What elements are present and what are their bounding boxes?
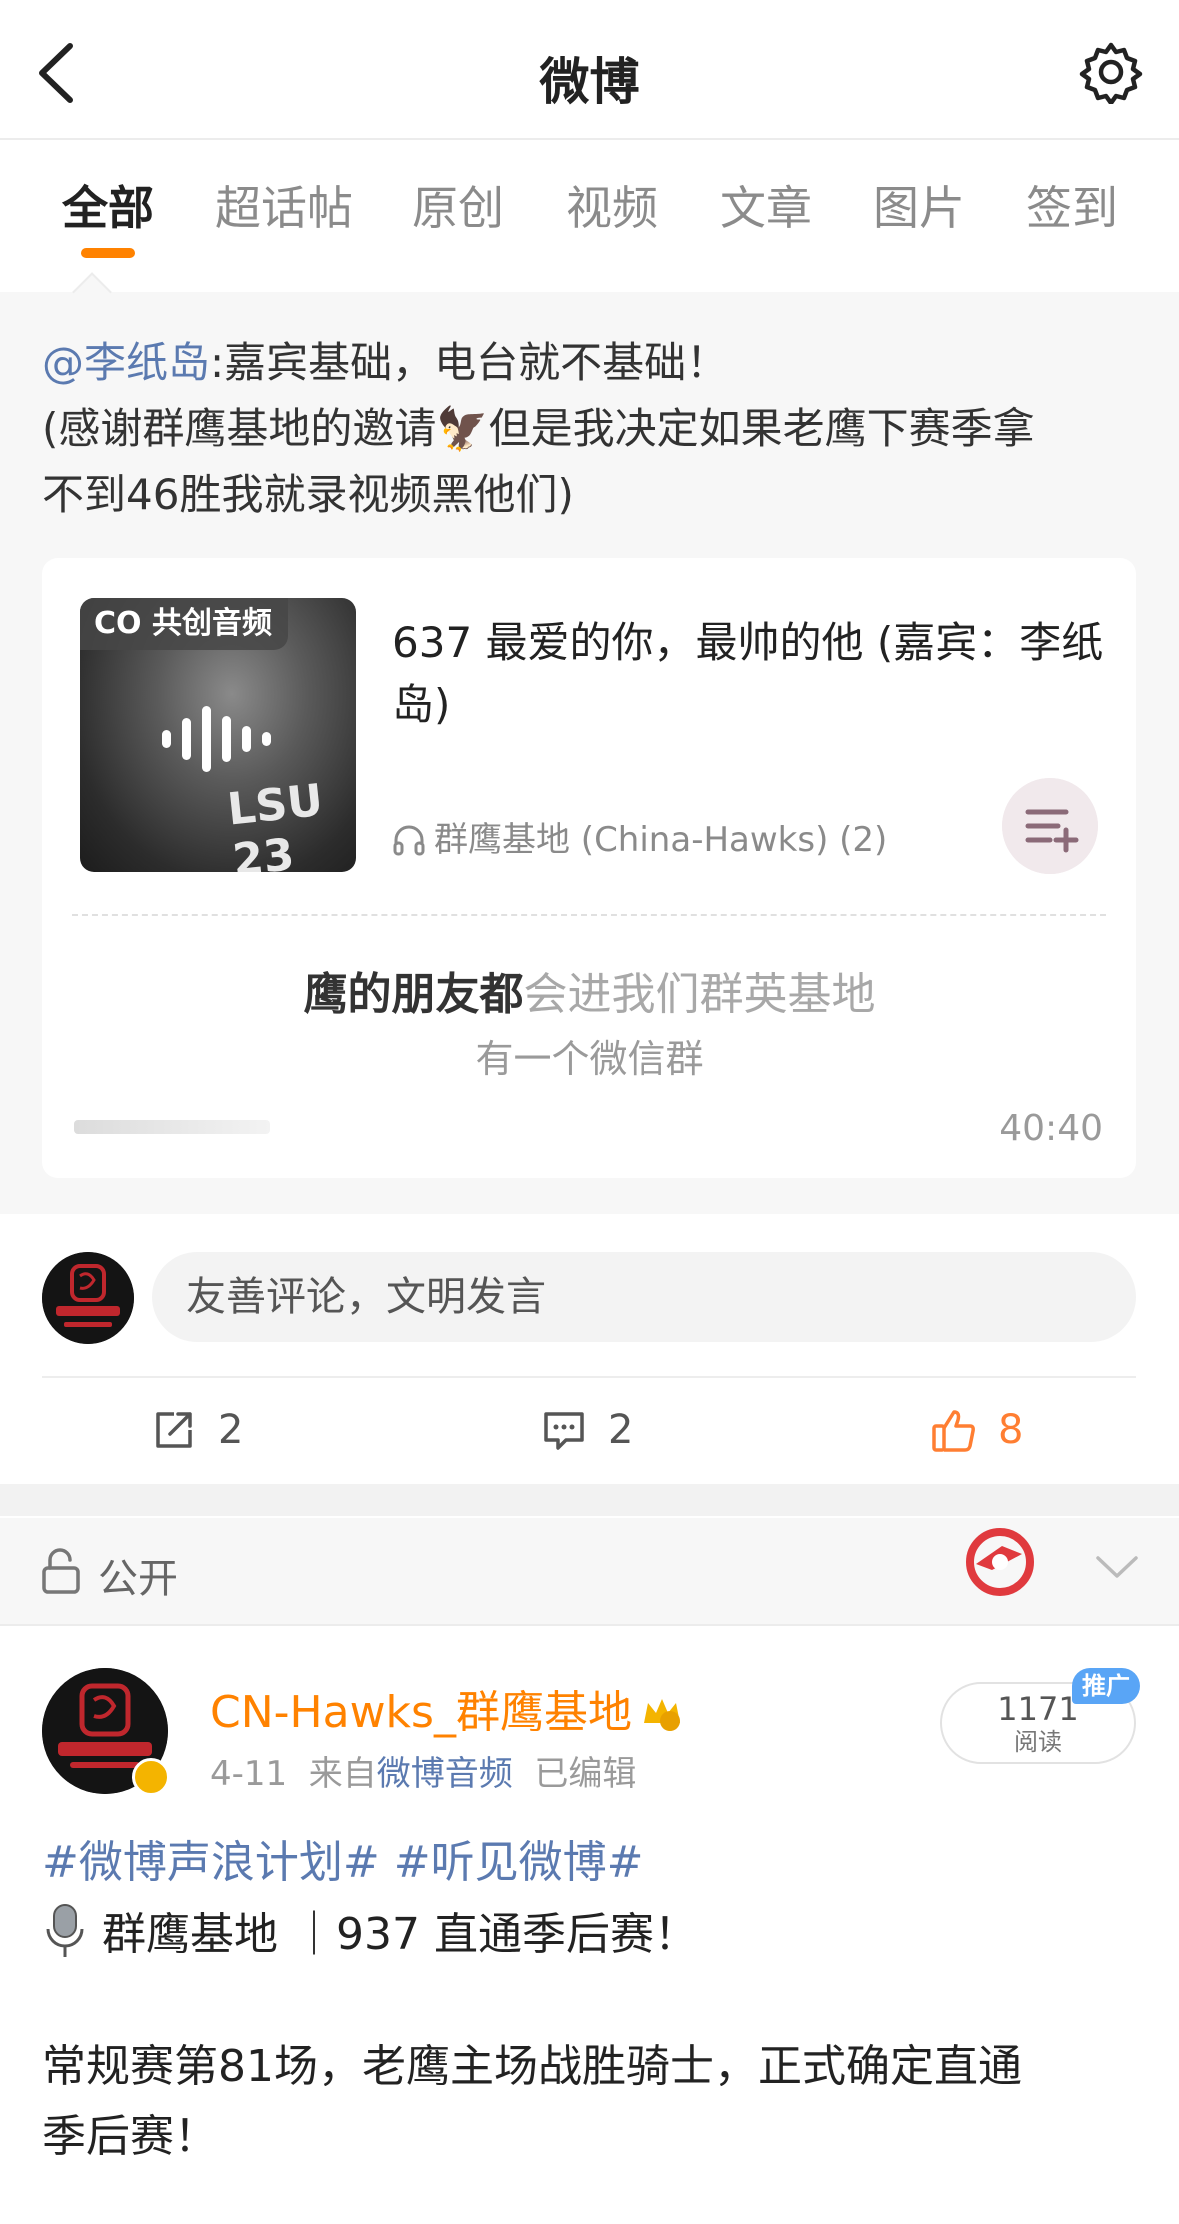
lyric-current-line: 鹰的朋友都会进我们群英基地 [0,958,1179,1022]
audio-source-text: 群鹰基地 (China-Hawks) (2) [434,820,888,860]
repost-line1: :嘉宾基础，电台就不基础！ [210,338,729,387]
headphones-icon [393,825,425,856]
thumbs-up-icon [932,1410,975,1452]
my-avatar[interactable] [42,1252,134,1344]
repost-text: @李纸岛:嘉宾基础，电台就不基础！ (感谢群鹰基地的邀请🦅但是我决定如果老鹰下赛… [42,330,1152,528]
repost-button[interactable]: 2 [150,1400,243,1460]
post-first-line-text: 群鹰基地 ｜937 直通季后赛！ [102,1909,698,1960]
share-icon [156,1412,192,1448]
post-body-line1: 常规赛第81场，老鹰主场战胜骑士，正式确定直通 [42,2041,1022,2092]
repost-line2: (感谢群鹰基地的邀请🦅但是我决定如果老鹰下赛季拿 [42,404,1035,453]
gear-icon[interactable] [1079,40,1143,104]
hawks-base-logo-icon [42,1252,134,1344]
post-date: 4-11 [210,1754,288,1794]
audio-duration: 40:40 [999,1108,1103,1149]
active-tab-indicator [81,248,135,258]
user-mention-link[interactable]: @李纸岛 [42,338,210,387]
cover-jersey-text: LSU 23 [225,774,326,872]
crown-icon [643,1699,680,1731]
lyric-upcoming: 会进我们群英基地 [523,969,876,1020]
post-source-link[interactable]: 微博音频 [377,1754,513,1794]
promote-badge[interactable]: 推广 [1072,1668,1140,1704]
hawks-logo-icon [966,1528,1034,1596]
tab-all[interactable]: 全部 [62,172,154,238]
page-title: 微博 [539,53,640,111]
like-count: 8 [998,1407,1024,1453]
tab-supertopic[interactable]: 超话帖 [215,172,353,238]
author-name-line[interactable]: CN-Hawks_群鹰基地 [210,1676,684,1740]
post-body: 常规赛第81场，老鹰主场战胜骑士，正式确定直通 季后赛！ [42,2032,1142,2172]
comment-button[interactable]: 2 [540,1400,633,1460]
audio-title[interactable]: 637 最爱的你，最帅的他 (嘉宾：李纸岛) [392,612,1112,736]
comment-count: 2 [608,1407,634,1453]
section-separator [0,1484,1179,1516]
author-name[interactable]: CN-Hawks_群鹰基地 [210,1687,632,1738]
comment-input[interactable]: 友善评论，文明发言 [152,1252,1136,1342]
card-divider [72,914,1106,916]
from-label: 来自 [308,1754,377,1794]
top-bar: 微博 [0,0,1179,140]
lyric-sung: 鹰的朋友都 [303,969,524,1020]
post-first-line: 群鹰基地 ｜937 直通季后赛！ [42,1898,698,1962]
filter-tabs: 全部 超话帖 原创 视频 文章 图片 签到 [0,142,1179,290]
audio-wave-icon [162,706,271,772]
repost-count: 2 [218,1407,244,1453]
tab-video[interactable]: 视频 [566,172,658,238]
verified-badge-icon [132,1758,170,1796]
tab-checkin[interactable]: 签到 [1026,172,1118,238]
add-to-playlist-icon[interactable] [1002,778,1098,874]
repost-line3: 不到46胜我就录视频黑他们) [42,470,574,519]
visibility-label[interactable]: 公开 [98,1546,178,1604]
lyric-next-line: 有一个微信群 [475,1037,704,1081]
comment-icon [544,1412,584,1450]
unlocked-icon [42,1548,80,1594]
audio-progress-bar[interactable] [74,1120,270,1134]
edited-label[interactable]: 已编辑 [534,1754,636,1794]
read-label: 阅读 [1014,1728,1062,1756]
chevron-down-icon[interactable] [1094,1552,1140,1582]
post-body-line2: 季后赛！ [42,2111,218,2162]
co-create-audio-badge: CO 共创音频 [80,598,288,650]
tab-images[interactable]: 图片 [873,172,965,238]
tab-article[interactable]: 文章 [720,172,812,238]
divider [42,1376,1136,1378]
like-button[interactable]: 8 [930,1400,1023,1460]
post-meta: 4-11 来自微博音频 已编辑 [210,1746,636,1795]
tab-original[interactable]: 原创 [412,172,504,238]
hashtags[interactable]: #微博声浪计划# #听见微博# [42,1826,643,1890]
microphone-icon [46,1904,84,1957]
audio-source: 群鹰基地 (China-Hawks) (2) [392,812,887,861]
